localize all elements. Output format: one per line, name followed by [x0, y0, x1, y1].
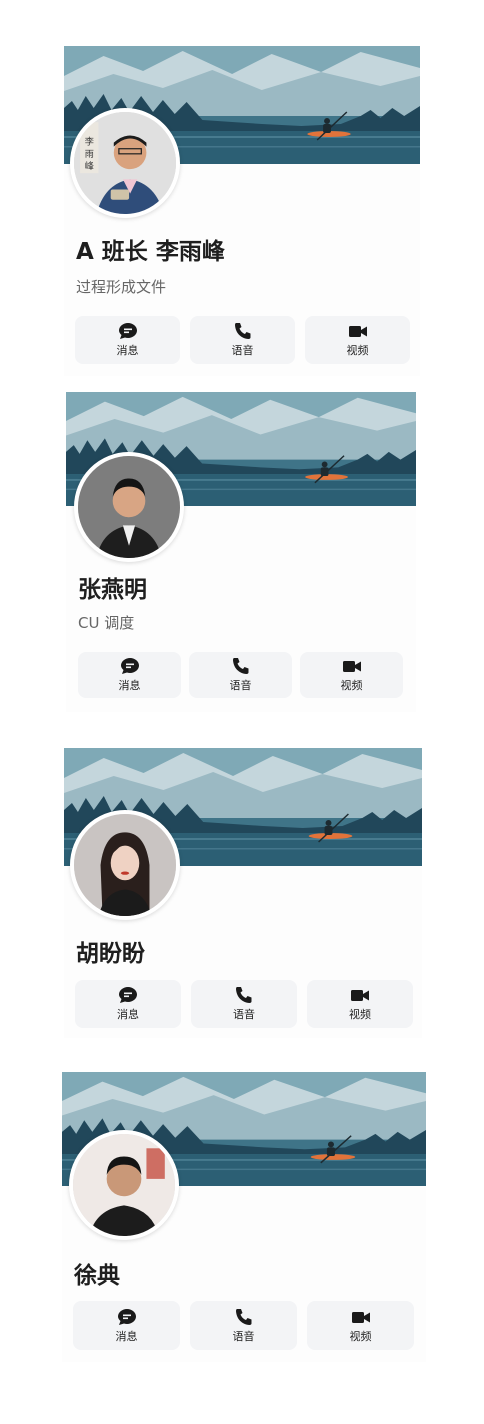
- phone-icon: [236, 987, 252, 1003]
- video-call-button[interactable]: 视频: [307, 1301, 414, 1350]
- action-bar: 消息 语音 视频: [78, 652, 403, 698]
- message-label: 消息: [116, 344, 139, 357]
- avatar[interactable]: [70, 810, 180, 920]
- svg-text:李: 李: [85, 136, 94, 148]
- contact-card: 胡盼盼 消息 语音 视频: [64, 748, 422, 1038]
- contact-subtitle: CU 调度: [78, 614, 135, 632]
- phone-icon: [234, 323, 250, 339]
- action-bar: 消息 语音 视频: [73, 1301, 414, 1350]
- avatar[interactable]: [74, 452, 184, 562]
- voice-label: 语音: [233, 1008, 255, 1021]
- voice-call-button[interactable]: 语音: [190, 1301, 297, 1350]
- message-label: 消息: [115, 1329, 138, 1343]
- svg-text:峰: 峰: [85, 161, 94, 172]
- avatar[interactable]: 李 雨 峰: [70, 108, 180, 218]
- video-call-button[interactable]: 视频: [305, 316, 410, 364]
- action-bar: 消息 语音 视频: [75, 316, 410, 364]
- message-button[interactable]: 消息: [75, 980, 181, 1028]
- video-camera-icon: [351, 1311, 370, 1323]
- message-icon: [120, 658, 139, 674]
- video-camera-icon: [351, 990, 369, 1001]
- message-label: 消息: [117, 1008, 139, 1021]
- video-call-button[interactable]: 视频: [307, 980, 413, 1028]
- message-button[interactable]: 消息: [78, 652, 181, 698]
- contact-subtitle: 过程形成文件: [76, 278, 167, 296]
- video-label: 视频: [349, 1008, 371, 1021]
- video-label: 视频: [340, 679, 363, 692]
- action-bar: 消息 语音 视频: [75, 980, 413, 1028]
- contact-card: 徐典 消息 语音 视频: [62, 1072, 426, 1362]
- avatar[interactable]: [69, 1130, 179, 1240]
- voice-call-button[interactable]: 语音: [189, 652, 292, 698]
- contact-card: 李 雨 峰 A 班长 李雨峰 过程形成文件 消息 语音 视频: [64, 46, 420, 376]
- phone-icon: [232, 658, 248, 674]
- video-call-button[interactable]: 视频: [300, 652, 403, 698]
- contact-name: 胡盼盼: [76, 941, 145, 967]
- video-camera-icon: [342, 661, 361, 672]
- voice-label: 语音: [231, 344, 254, 357]
- message-label: 消息: [118, 679, 141, 692]
- phone-icon: [235, 1308, 251, 1325]
- contact-card: 张燕明 CU 调度 消息 语音 视频: [66, 392, 416, 712]
- voice-label: 语音: [229, 679, 252, 692]
- message-icon: [117, 1308, 136, 1325]
- voice-label: 语音: [232, 1329, 255, 1343]
- svg-text:雨: 雨: [85, 149, 94, 160]
- message-icon: [119, 987, 137, 1003]
- video-label: 视频: [349, 1329, 372, 1343]
- voice-call-button[interactable]: 语音: [190, 316, 295, 364]
- contact-name: 徐典: [74, 1263, 120, 1289]
- contact-name: 张燕明: [78, 577, 147, 603]
- message-button[interactable]: 消息: [75, 316, 180, 364]
- contact-name: A 班长 李雨峰: [76, 239, 225, 265]
- voice-call-button[interactable]: 语音: [191, 980, 297, 1028]
- video-label: 视频: [346, 344, 369, 357]
- video-camera-icon: [348, 326, 367, 337]
- message-button[interactable]: 消息: [73, 1301, 180, 1350]
- message-icon: [118, 323, 137, 339]
